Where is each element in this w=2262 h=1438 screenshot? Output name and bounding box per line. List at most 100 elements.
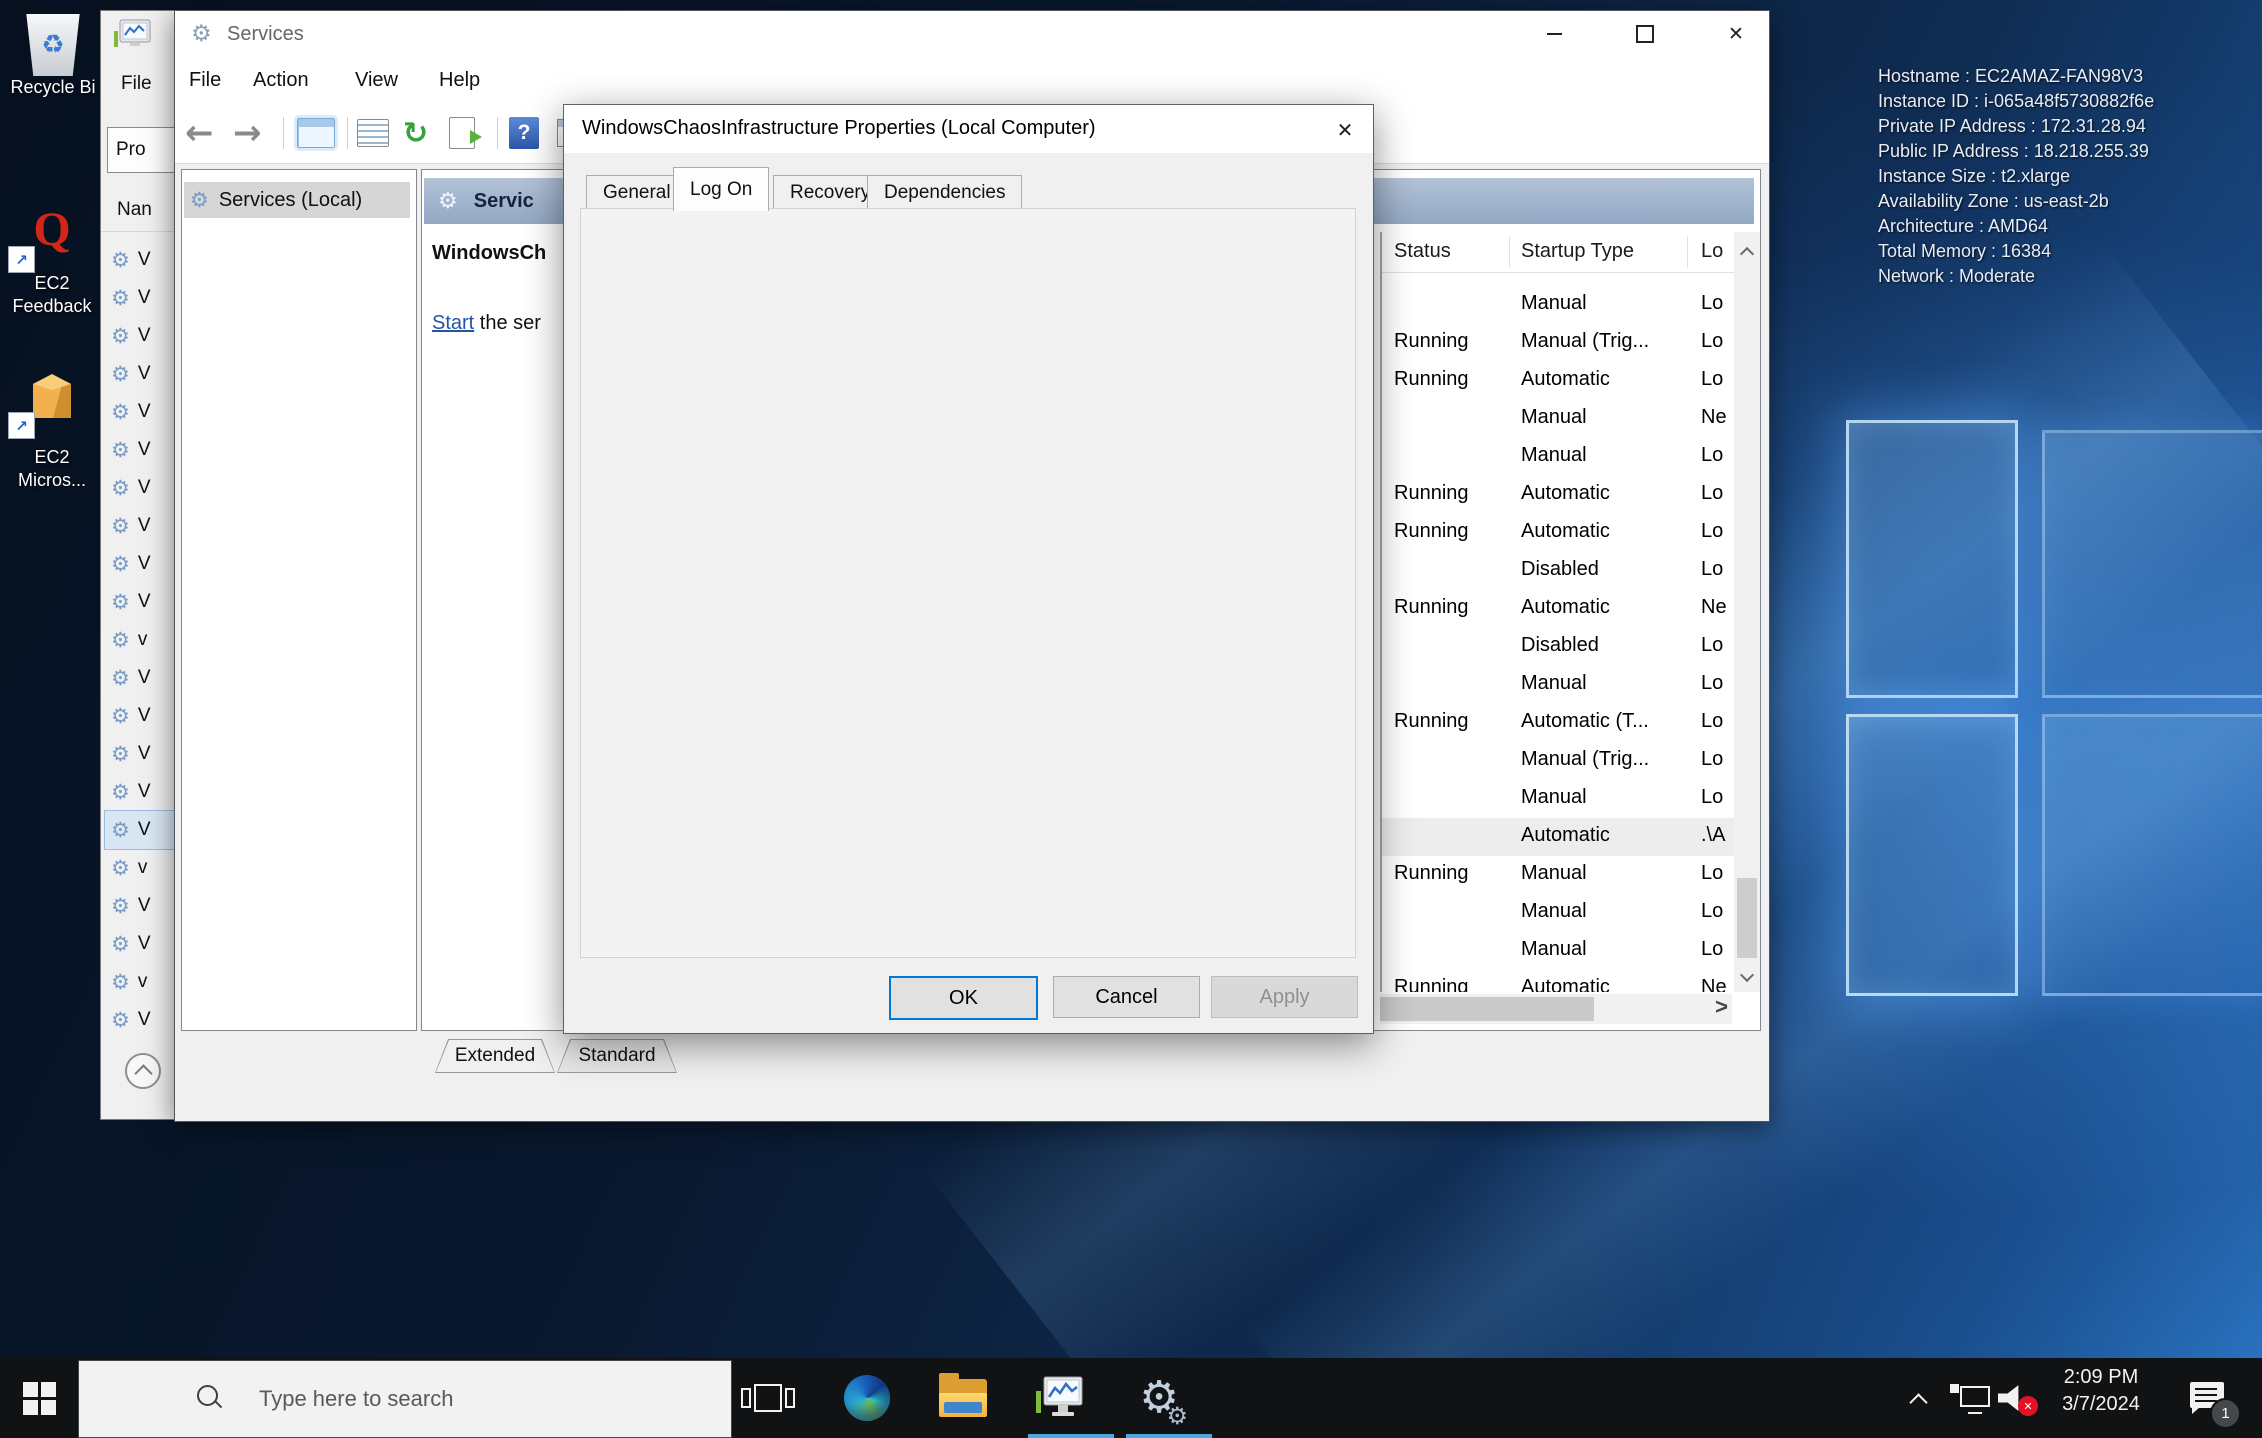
desktop-icon-ec2-feedback[interactable]: Q ↗ EC2 Feedback: [0, 208, 104, 318]
service-startup: Manual (Trig...: [1521, 330, 1649, 353]
scrollbar-thumb[interactable]: [1380, 997, 1594, 1021]
dialog-title-bar[interactable]: WindowsChaosInfrastructure Properties (L…: [564, 105, 1373, 153]
ok-button[interactable]: OK: [889, 976, 1038, 1020]
bg-window-toolbar-box[interactable]: Pro: [107, 127, 178, 173]
bg-service-row[interactable]: ⚙v: [105, 849, 175, 887]
taskbar-perfmon-button[interactable]: [1022, 1358, 1100, 1438]
cancel-button[interactable]: Cancel: [1053, 976, 1200, 1018]
service-row[interactable]: ManualNe: [1382, 400, 1734, 438]
menu-action[interactable]: Action: [253, 69, 309, 92]
taskbar-file-explorer-button[interactable]: [924, 1358, 1002, 1438]
tab-dependencies[interactable]: Dependencies: [867, 175, 1022, 210]
bg-window-name-column-header[interactable]: Nan: [117, 199, 152, 221]
horizontal-scrollbar[interactable]: >: [1380, 994, 1732, 1024]
tab-extended[interactable]: Extended: [435, 1039, 555, 1073]
bg-service-row[interactable]: ⚙V: [105, 1001, 175, 1039]
service-logon: Lo: [1701, 900, 1723, 923]
minimize-button[interactable]: [1533, 17, 1575, 51]
scrollbar-up-button[interactable]: [1734, 236, 1760, 268]
scrollbar-thumb[interactable]: [1737, 878, 1757, 958]
bg-window-file-menu[interactable]: File: [121, 73, 152, 95]
bg-service-row[interactable]: ⚙V: [105, 279, 175, 317]
start-button[interactable]: [0, 1358, 78, 1438]
column-header-logon[interactable]: Lo: [1701, 240, 1723, 263]
network-tray-icon[interactable]: [1950, 1384, 1990, 1414]
desktop-icon-ec2-microsoft[interactable]: ↗ EC2 Micros...: [0, 372, 104, 492]
service-row[interactable]: ManualLo: [1382, 780, 1734, 818]
bg-service-row[interactable]: ⚙V: [105, 355, 175, 393]
service-row[interactable]: RunningAutomaticNe: [1382, 590, 1734, 628]
service-row[interactable]: ManualLo: [1382, 894, 1734, 932]
service-row[interactable]: DisabledLo: [1382, 552, 1734, 590]
bg-service-row[interactable]: ⚙V: [105, 583, 175, 621]
service-row[interactable]: RunningAutomaticLo: [1382, 476, 1734, 514]
service-row[interactable]: RunningAutomaticLo: [1382, 362, 1734, 400]
bg-service-row[interactable]: ⚙V: [105, 241, 175, 279]
vertical-scrollbar[interactable]: [1734, 232, 1760, 992]
desktop-icon-recycle-bin[interactable]: ♻ Recycle Bi: [4, 14, 102, 99]
maximize-button[interactable]: [1624, 17, 1666, 51]
start-service-link[interactable]: Start: [432, 312, 474, 334]
bg-service-row[interactable]: ⚙V: [105, 887, 175, 925]
bg-service-row[interactable]: ⚙V: [105, 811, 175, 849]
service-row[interactable]: RunningManual (Trig...Lo: [1382, 324, 1734, 362]
search-input[interactable]: [257, 1361, 701, 1437]
bg-service-row[interactable]: ⚙V: [105, 469, 175, 507]
service-row[interactable]: RunningAutomatic (T...Lo: [1382, 704, 1734, 742]
bg-service-row[interactable]: ⚙V: [105, 697, 175, 735]
scroll-right-arrow-icon[interactable]: >: [1715, 994, 1728, 1020]
menu-view[interactable]: View: [355, 69, 398, 92]
background-window[interactable]: File Pro Nan ⚙V⚙V⚙V⚙V⚙V⚙V⚙V⚙V⚙V⚙V⚙v⚙V⚙V⚙…: [100, 10, 178, 1120]
service-row[interactable]: ManualLo: [1382, 286, 1734, 324]
service-description: Start the ser: [432, 312, 541, 335]
tray-show-hidden-button[interactable]: [1912, 1392, 1925, 1409]
properties-button[interactable]: [357, 113, 389, 153]
column-header-status[interactable]: Status: [1394, 240, 1451, 263]
tab-standard[interactable]: Standard: [557, 1039, 677, 1073]
bg-service-row[interactable]: ⚙V: [105, 735, 175, 773]
taskbar-services-button[interactable]: ⚙ ⚙: [1120, 1358, 1198, 1438]
show-console-tree-button[interactable]: [297, 113, 335, 153]
help-button[interactable]: ?: [509, 113, 539, 153]
taskbar-search-box[interactable]: [78, 1360, 732, 1438]
back-button[interactable]: ←: [185, 113, 214, 153]
bg-service-row[interactable]: ⚙V: [105, 393, 175, 431]
bg-service-row[interactable]: ⚙V: [105, 659, 175, 697]
bg-service-row[interactable]: ⚙v: [105, 963, 175, 1001]
bg-service-row[interactable]: ⚙V: [105, 507, 175, 545]
forward-button[interactable]: →: [233, 113, 262, 153]
export-list-button[interactable]: [449, 113, 475, 153]
menu-file[interactable]: File: [189, 69, 221, 92]
taskbar-clock[interactable]: 2:09 PM 3/7/2024: [2046, 1364, 2156, 1418]
close-button[interactable]: ✕: [1715, 17, 1757, 51]
service-row[interactable]: RunningManualLo: [1382, 856, 1734, 894]
apply-button[interactable]: Apply: [1211, 976, 1358, 1018]
services-title-bar[interactable]: ⚙ Services ✕: [175, 11, 1769, 59]
service-logon: Lo: [1701, 938, 1723, 961]
system-info-line: Hostname : EC2AMAZ-FAN98V3: [1878, 64, 2154, 89]
column-header-startup-type[interactable]: Startup Type: [1521, 240, 1634, 263]
service-row[interactable]: ManualLo: [1382, 666, 1734, 704]
tree-item-services-local[interactable]: ⚙ Services (Local): [184, 182, 410, 218]
bg-service-row[interactable]: ⚙V: [105, 773, 175, 811]
service-row[interactable]: Manual (Trig...Lo: [1382, 742, 1734, 780]
service-row[interactable]: RunningAutomaticLo: [1382, 514, 1734, 552]
bg-service-row[interactable]: ⚙V: [105, 925, 175, 963]
task-view-button[interactable]: [735, 1358, 801, 1438]
service-row[interactable]: Automatic.\A: [1382, 818, 1734, 856]
bg-service-row[interactable]: ⚙V: [105, 431, 175, 469]
bg-service-row[interactable]: ⚙V: [105, 317, 175, 355]
dialog-close-button[interactable]: ✕: [1325, 113, 1365, 147]
service-row[interactable]: DisabledLo: [1382, 628, 1734, 666]
taskbar-edge-button[interactable]: [828, 1358, 906, 1438]
refresh-button[interactable]: ↻: [403, 113, 428, 153]
service-row[interactable]: RunningAutomaticNe: [1382, 970, 1734, 992]
tab-log-on[interactable]: Log On: [673, 167, 769, 211]
menu-help[interactable]: Help: [439, 69, 480, 92]
bg-service-row[interactable]: ⚙V: [105, 545, 175, 583]
service-row[interactable]: ManualLo: [1382, 932, 1734, 970]
service-row[interactable]: ManualLo: [1382, 438, 1734, 476]
bg-service-row[interactable]: ⚙v: [105, 621, 175, 659]
scrollbar-down-button[interactable]: [1734, 960, 1760, 992]
scroll-up-button[interactable]: [125, 1053, 161, 1089]
